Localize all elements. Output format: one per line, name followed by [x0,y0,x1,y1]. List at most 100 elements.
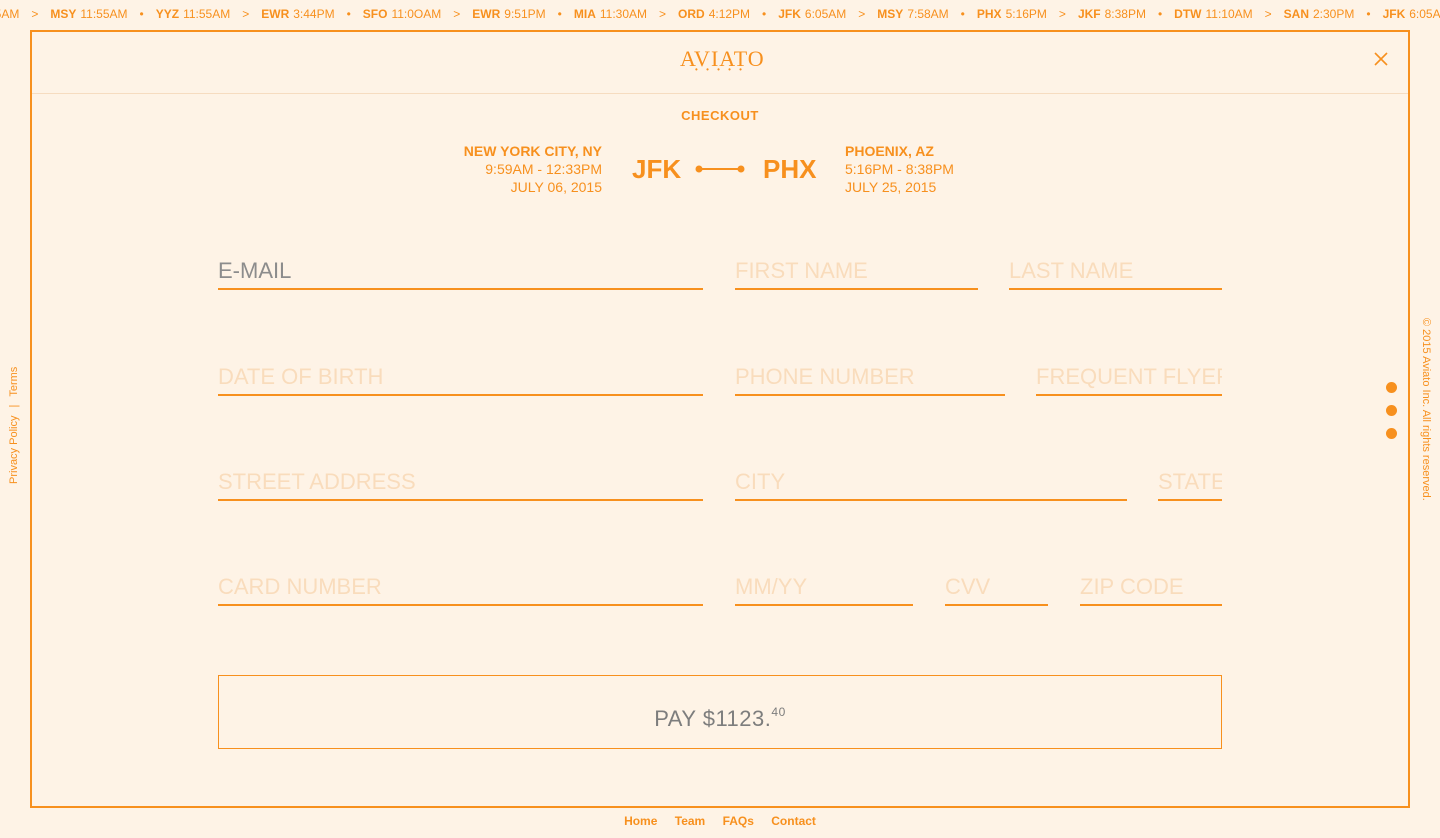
ticker-airport-code: MSY [50,7,77,21]
ticker-item: SFO 11:0OAM [363,0,441,28]
email-field[interactable] [218,254,703,288]
last-name-field[interactable] [1009,254,1222,288]
ticker-item: EWR 9:51PM [472,0,545,28]
dob-field-wrap [218,360,703,396]
section-dot[interactable] [1386,428,1397,439]
ticker-airport-code: EWR [472,7,501,21]
expiry-field-wrap [735,570,913,606]
state-field[interactable] [1158,465,1222,499]
ticker-airport-code: MSY [877,7,904,21]
ticker-item: PHX 5:16PM [977,0,1047,28]
ticker-separator: • [139,7,144,21]
ticker-separator: > [1264,7,1272,21]
ticker-airport-code: ORD [678,7,705,21]
zip-code-field[interactable] [1080,570,1222,604]
ticker-airport-code: SFO [362,7,388,21]
ticker-airport-code: DTW [1174,7,1202,21]
expiry-field[interactable] [735,570,913,604]
city-field[interactable] [735,465,1127,499]
footer-link-faqs[interactable]: FAQs [723,814,754,828]
ticker-separator: • [1157,7,1163,21]
ticker-item: JKF 8:38PM [1078,0,1146,28]
arrival-time: 5:16PM - 8:38PM [845,161,954,177]
departure-city: NEW YORK CITY, NY [463,143,602,159]
footer-link-home[interactable]: Home [624,814,657,828]
ticker-separator: • [1366,7,1371,21]
ticker-airport-code: SAN [1283,7,1309,21]
legal-separator: | [8,404,20,408]
ticker-item: 55AM [0,0,19,28]
date-of-birth-field[interactable] [218,360,703,394]
ticker-track: 55AM>MSY11:55AM•YYZ11:55AM>EWR3:44PM•SFO… [0,0,1440,28]
ticker-separator: > [858,7,866,21]
privacy-policy-link[interactable]: Privacy Policy [8,416,20,484]
pay-button[interactable]: PAY $1123.40 [218,675,1222,749]
frequent-flyer-field[interactable] [1036,360,1222,394]
panel-header: AVIATO • • • • • [32,32,1408,94]
section-dot[interactable] [1386,382,1397,393]
terms-link[interactable]: Terms [8,367,20,397]
departure-time: 9:59AM - 12:33PM [485,161,602,177]
ticker-separator: > [1058,7,1066,21]
arrival-city: PHOENIX, AZ [845,143,934,159]
ticker-item: MSY 7:58AM [877,0,948,28]
ticker-item: EWR 3:44PM [261,0,334,28]
ticker-item: MSY 11:55AM [50,0,127,28]
ticker-airport-code: JFK [778,7,801,21]
ticker-time: 11:10AM [1205,7,1253,21]
zip-field-wrap [1080,570,1222,606]
street-field-wrap [218,465,703,501]
ticker-separator: • [346,7,351,21]
flight-ticker: 55AM>MSY11:55AM•YYZ11:55AM>EWR3:44PM•SFO… [0,0,1440,28]
footer-link-contact[interactable]: Contact [771,814,816,828]
cvv-field[interactable] [945,570,1048,604]
ticker-item: MIA 11:30AM [574,0,647,28]
legal-links: Privacy Policy | Terms [8,367,20,484]
ticker-time: 6:05AM [1409,7,1440,21]
ticker-item: DTW 11:10AM [1174,0,1252,28]
ticker-item: JFK6:05AM [778,0,846,28]
arrival-code: PHX [763,154,817,184]
copyright-text: © 2015 Aviato Inc. All rights reserved. [1420,318,1432,501]
ticker-airport-code: MIA [573,7,596,21]
ticker-time: 7:58AM [907,7,949,21]
ticker-item: JFK6:05AM [1383,0,1440,28]
ticker-time: 55AM [0,7,20,21]
last-name-field-wrap [1009,254,1222,290]
email-field-wrap [218,254,703,290]
first-name-field[interactable] [735,254,978,288]
arrival-info: PHOENIX, AZ 5:16PM - 8:38PM JULY 25, 201… [845,142,954,196]
ticker-item: YYZ 11:55AM [156,0,230,28]
street-address-field[interactable] [218,465,703,499]
ticker-item: SAN 2:30PM [1284,0,1355,28]
ticker-separator: • [762,7,767,21]
ticker-airport-code: JFK [1382,7,1406,21]
card-number-field[interactable] [218,570,703,604]
ticker-separator: > [453,7,461,21]
ticker-time: 5:16PM [1005,7,1047,21]
ticker-time: 3:44PM [293,7,335,21]
phone-field-wrap [735,360,1005,396]
section-indicator [1386,382,1398,451]
route-line-icon [695,165,745,173]
ticker-airport-code: PHX [976,7,1002,21]
card-field-wrap [218,570,703,606]
phone-number-field[interactable] [735,360,1005,394]
cvv-field-wrap [945,570,1048,606]
arrival-date: JULY 25, 2015 [845,179,937,195]
footer-link-team[interactable]: Team [675,814,705,828]
first-name-field-wrap [735,254,978,290]
city-field-wrap [735,465,1127,501]
ticker-time: 11:0OAM [391,7,442,21]
departure-info: NEW YORK CITY, NY 9:59AM - 12:33PM JULY … [464,142,602,196]
departure-date: JULY 06, 2015 [510,179,602,195]
ticker-time: 11:30AM [599,7,647,21]
ticker-separator: • [557,7,562,21]
ticker-airport-code: JKF [1077,7,1101,21]
ticker-separator: > [31,7,39,21]
close-icon[interactable] [1372,50,1390,68]
aviato-logo[interactable]: AVIATO • • • • • [680,48,764,74]
ticker-separator: • [960,7,965,21]
ticker-time: 2:30PM [1313,7,1355,21]
section-dot[interactable] [1386,405,1397,416]
